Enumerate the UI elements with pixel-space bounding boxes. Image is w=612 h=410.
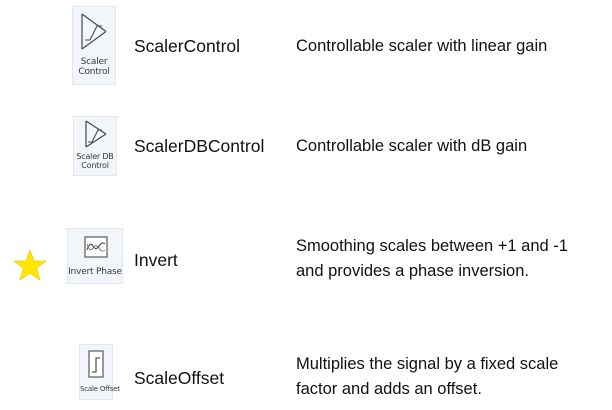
description-line: and provides a phase inversion.	[296, 262, 529, 280]
module-description: Multiplies the signal by a fixed scale f…	[296, 352, 558, 402]
icon-label-line: Scaler DB	[76, 152, 114, 161]
icon-label-line: Invert Phase	[68, 267, 122, 277]
module-name: ScalerControl	[134, 36, 241, 56]
module-name: ScaleOffset	[134, 368, 225, 388]
scaler-db-control-module[interactable]: Scaler DB Control	[73, 116, 117, 176]
description-line: Controllable scaler with linear gain	[296, 37, 548, 55]
module-name: ScalerDBControl	[134, 136, 265, 156]
invert-phase-module[interactable]: Invert Phase	[67, 228, 123, 284]
scaler-db-control-icon	[85, 120, 107, 148]
star-icon	[13, 249, 47, 281]
module-name: Invert	[134, 250, 178, 270]
icon-label-line: Control	[81, 161, 109, 171]
description-line: Controllable scaler with dB gain	[296, 137, 528, 155]
scale-offset-module[interactable]: Scale Offset	[79, 344, 120, 400]
description-line: Smoothing scales between +1 and -1	[296, 237, 568, 255]
scaler-control-module[interactable]: Scaler Control	[72, 6, 116, 85]
scale-offset-icon	[88, 350, 104, 378]
scaler-control-icon	[81, 13, 107, 50]
icon-label-line: Scaler	[80, 57, 108, 67]
module-description: Controllable scaler with dB gain	[296, 134, 527, 159]
icon-label-line: Control	[78, 67, 110, 78]
module-description: Smoothing scales between +1 and -1 and p…	[296, 234, 568, 284]
invert-phase-icon	[84, 236, 108, 258]
icon-label-line: Scale Offset	[80, 385, 120, 393]
module-description: Controllable scaler with linear gain	[296, 34, 547, 59]
description-line: Multiplies the signal by a fixed scale	[296, 355, 559, 373]
description-line: factor and adds an offset.	[296, 380, 482, 398]
